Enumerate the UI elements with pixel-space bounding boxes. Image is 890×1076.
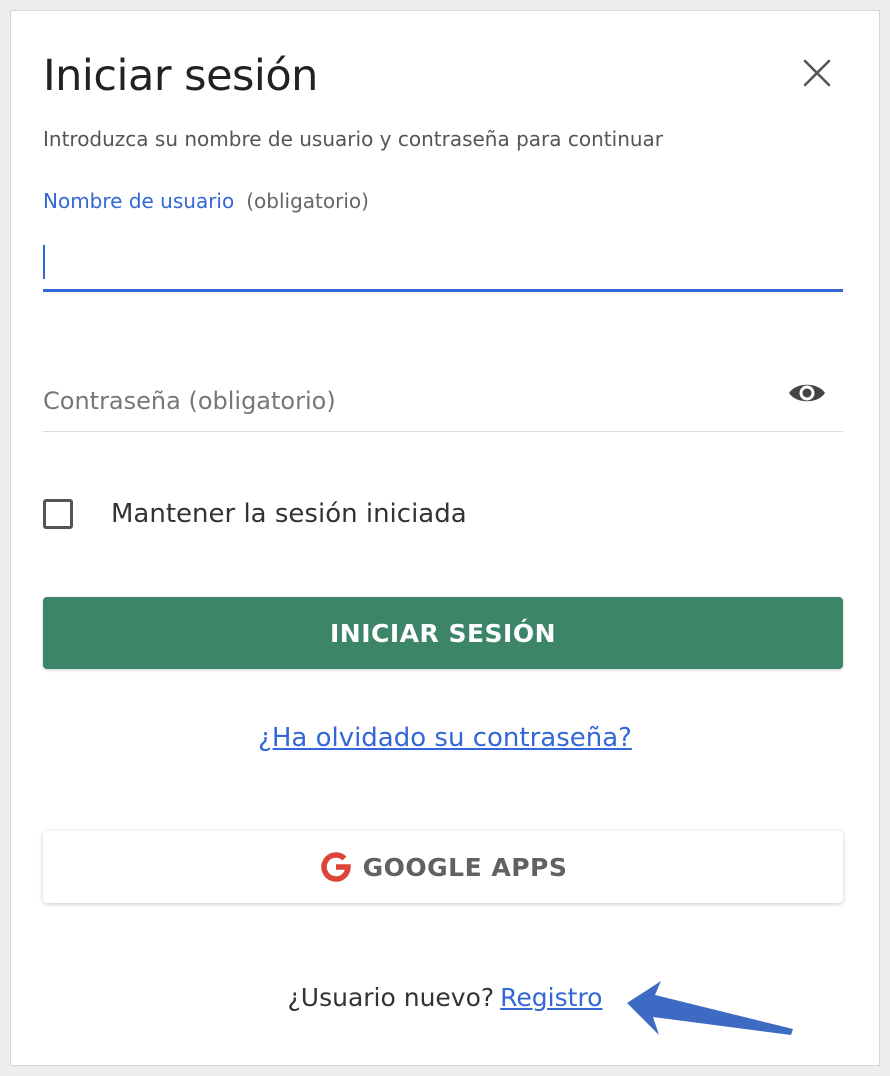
username-label: Nombre de usuario (obligatorio) xyxy=(43,189,369,213)
username-label-text: Nombre de usuario xyxy=(43,189,235,213)
login-dialog: Iniciar sesión Introduzca su nombre de u… xyxy=(10,10,880,1066)
eye-icon[interactable] xyxy=(787,379,827,407)
google-apps-button[interactable]: GOOGLE APPS xyxy=(43,831,843,903)
password-input[interactable] xyxy=(43,371,843,432)
register-link[interactable]: Registro xyxy=(500,983,602,1012)
register-prompt: ¿Usuario nuevo? xyxy=(287,983,495,1012)
remember-me[interactable]: Mantener la sesión iniciada xyxy=(43,499,467,529)
google-g-icon xyxy=(320,852,351,882)
close-icon[interactable] xyxy=(797,53,837,93)
forgot-password: ¿Ha olvidado su contraseña? xyxy=(11,723,879,753)
arrow-annotation-icon xyxy=(627,981,793,1035)
text-caret xyxy=(43,245,45,279)
remember-me-checkbox[interactable] xyxy=(43,499,73,529)
forgot-password-link[interactable]: ¿Ha olvidado su contraseña? xyxy=(258,723,632,753)
dialog-subtitle: Introduzca su nombre de usuario y contra… xyxy=(43,127,664,151)
dialog-title: Iniciar sesión xyxy=(43,51,318,101)
google-apps-label: GOOGLE APPS xyxy=(362,852,568,882)
username-input[interactable] xyxy=(43,229,843,292)
remember-me-label: Mantener la sesión iniciada xyxy=(111,499,467,529)
login-button[interactable]: INICIAR SESIÓN xyxy=(43,597,843,669)
username-required-text: (obligatorio) xyxy=(246,189,369,213)
